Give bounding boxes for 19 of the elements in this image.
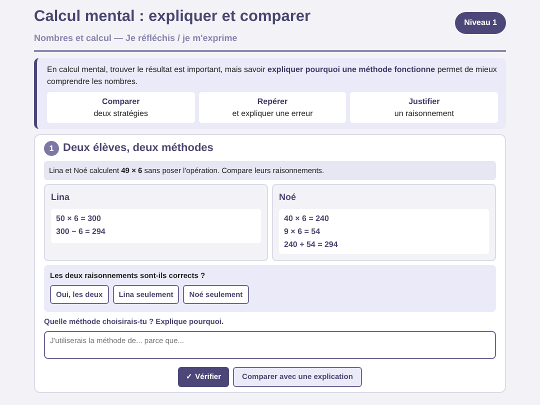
page-subtitle: Nombres et calcul — Je réfléchis / je m'exprime	[34, 32, 238, 45]
goal-detail: et expliquer une erreur	[231, 108, 314, 120]
student-name: Noé	[279, 191, 298, 204]
calculation-line: 300 − 6 = 294	[56, 226, 106, 238]
calculation-line: 240 + 54 = 294	[284, 238, 339, 251]
student-name: Lina	[51, 191, 71, 204]
goal-detail: deux stratégies	[92, 108, 149, 120]
calculation-line: 40 × 6 = 240	[284, 212, 330, 225]
step-number-badge: 1	[44, 141, 59, 156]
level-badge: Niveau 1	[455, 12, 506, 34]
goal-detail: un raisonnement	[393, 108, 455, 120]
goal-title: Repérer	[256, 96, 289, 108]
intro-text: En calcul mental, trouver le résultat est important, mais savoir expliquer pourquoi une méthode fonctionne permet de mieux comprendre les nombres.	[47, 64, 498, 88]
page-title: Calcul mental : expliquer et comparer	[34, 8, 311, 27]
goal-title: Justifier	[408, 96, 441, 108]
goal-title: Comparer	[100, 96, 141, 108]
calculation-line: 9 × 6 = 54	[284, 226, 322, 238]
exercise-title: Deux élèves, deux méthodes	[63, 141, 214, 156]
calculation-line: 50 × 6 = 300	[56, 212, 102, 225]
